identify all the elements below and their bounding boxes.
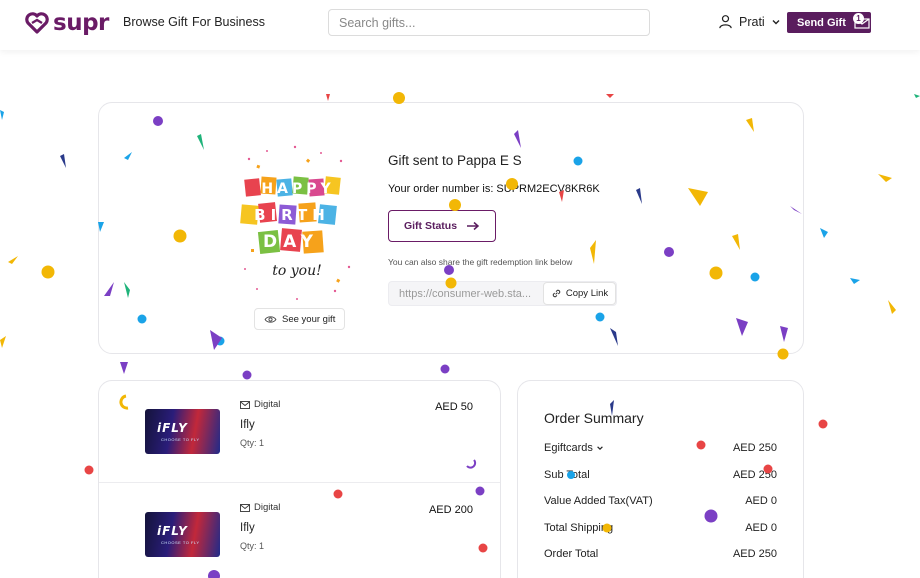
- ifly-logo: iFLY: [157, 421, 188, 435]
- heart-logo-icon: [25, 12, 49, 34]
- mail-icon: [240, 503, 250, 512]
- gift-status-button[interactable]: Gift Status: [388, 210, 496, 242]
- summary-value: AED 0: [745, 522, 777, 534]
- item-qty: Qty: 1: [240, 541, 265, 551]
- ifly-tagline: CHOOSE TO FLY: [161, 437, 200, 442]
- egiftcards-label: Egiftcards: [544, 442, 593, 454]
- item-qty: Qty: 1: [240, 438, 265, 448]
- share-note: You can also share the gift redemption l…: [388, 257, 573, 267]
- chevron-down-icon: [772, 19, 780, 24]
- summary-label: Value Added Tax(VAT): [544, 495, 653, 507]
- summary-row-subtotal: Sub Total AED 250: [544, 469, 777, 481]
- nav-browse-gift[interactable]: Browse Gift: [123, 15, 188, 29]
- see-gift-button[interactable]: See your gift: [254, 308, 346, 330]
- arrow-right-icon: [467, 221, 480, 231]
- summary-value: AED 0: [745, 495, 777, 507]
- ifly-tagline: CHOOSE TO FLY: [161, 540, 200, 545]
- gift-status-label: Gift Status: [403, 220, 458, 232]
- ifly-logo: iFLY: [157, 524, 188, 538]
- user-name: Prati: [739, 14, 765, 29]
- item-type: Digital: [240, 502, 280, 513]
- search-input[interactable]: [328, 9, 650, 36]
- summary-label: Order Total: [544, 548, 599, 560]
- ifly-card-thumbnail: iFLY CHOOSE TO FLY: [145, 409, 220, 454]
- copy-link-label: Copy Link: [565, 288, 609, 299]
- user-icon: [719, 15, 732, 29]
- nav-for-business[interactable]: For Business: [192, 15, 265, 29]
- brand-name: supr: [53, 10, 109, 36]
- item-type: Digital: [240, 399, 280, 410]
- summary-label: Total Shipping: [544, 522, 614, 534]
- mail-icon: [240, 400, 250, 409]
- order-summary-card: Order Summary Egiftcards AED 250 Sub Tot…: [517, 380, 804, 578]
- eye-icon: [264, 315, 277, 323]
- top-header: supr Browse Gift For Business Prati Send…: [0, 0, 920, 50]
- item-price: AED 200: [428, 504, 473, 516]
- summary-row-egiftcards[interactable]: Egiftcards AED 250: [544, 442, 777, 454]
- item-price: AED 50: [435, 401, 473, 413]
- order-number: Your order number is: SUPRM2ECV8KR6K: [388, 183, 600, 195]
- order-item[interactable]: iFLY CHOOSE TO FLY Digital Ifly Qty: 1 A…: [99, 381, 500, 483]
- summary-value: AED 250: [732, 442, 777, 454]
- see-gift-label: See your gift: [282, 313, 336, 325]
- link-icon: [552, 289, 561, 298]
- order-item[interactable]: iFLY CHOOSE TO FLY Digital Ifly Qty: 1 A…: [99, 484, 500, 578]
- summary-row-shipping: Total Shipping AED 0: [544, 522, 777, 534]
- gift-sent-card: HAPPY BIRTH DAY to you! See your gift Gi…: [98, 102, 804, 354]
- card-line-to-you: to you!: [272, 263, 322, 279]
- summary-label: Egiftcards: [544, 442, 604, 454]
- chevron-down-icon: [597, 446, 603, 451]
- send-gift-button[interactable]: Send Gift 1: [787, 12, 871, 33]
- order-items-card: iFLY CHOOSE TO FLY Digital Ifly Qty: 1 A…: [98, 380, 501, 578]
- summary-label: Sub Total: [544, 469, 590, 481]
- redemption-link-box: Copy Link: [388, 281, 617, 306]
- card-line-birth: BIRTH: [254, 206, 330, 224]
- card-line-day: DAY: [263, 232, 319, 252]
- item-type-label: Digital: [254, 399, 281, 410]
- cart-count-badge: 1: [853, 13, 864, 24]
- summary-value: AED 250: [732, 469, 777, 481]
- birthday-card-image: HAPPY BIRTH DAY to you!: [240, 145, 351, 300]
- supr-logo[interactable]: supr: [25, 10, 109, 36]
- order-summary-title: Order Summary: [544, 410, 644, 426]
- ifly-card-thumbnail: iFLY CHOOSE TO FLY: [145, 512, 220, 557]
- redemption-link-input[interactable]: [389, 282, 545, 305]
- summary-row-vat: Value Added Tax(VAT) AED 0: [544, 495, 777, 507]
- item-name: Ifly: [240, 522, 255, 534]
- send-gift-label: Send Gift: [797, 16, 846, 29]
- item-name: Ifly: [240, 419, 255, 431]
- copy-link-button[interactable]: Copy Link: [543, 282, 616, 305]
- summary-value: AED 250: [732, 548, 777, 560]
- gift-title: Gift sent to Pappa E S: [388, 153, 522, 168]
- card-line-happy: HAPPY: [261, 181, 334, 197]
- item-type-label: Digital: [254, 502, 281, 513]
- summary-row-order-total: Order Total AED 250: [544, 548, 777, 560]
- user-menu[interactable]: Prati: [718, 14, 781, 29]
